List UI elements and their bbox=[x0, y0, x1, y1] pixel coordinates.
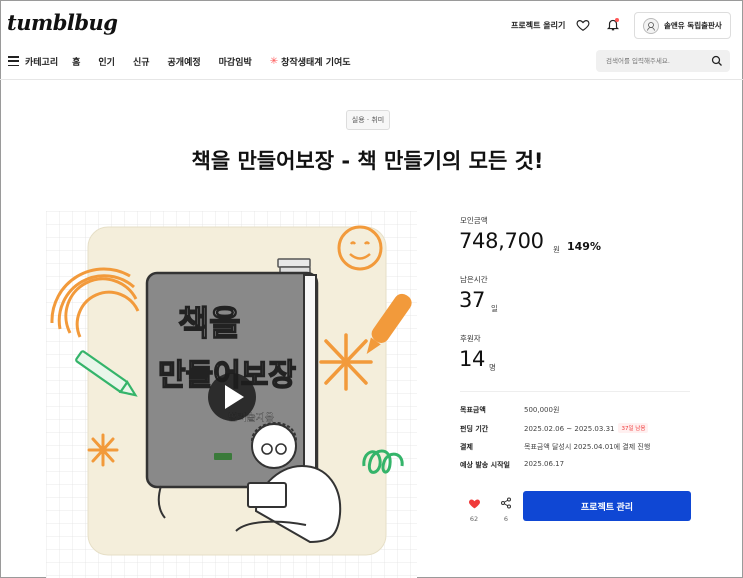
nav-item-home[interactable]: 홈 bbox=[72, 55, 80, 68]
amount-label: 모인금액 bbox=[460, 216, 488, 225]
achievement-percent: 149% bbox=[567, 240, 601, 253]
category-nav: 카테고리 홈 인기 신규 공개예정 마감임박 ✳ 창작생태계 기여도 bbox=[8, 54, 369, 68]
like-count: 62 bbox=[469, 515, 479, 523]
backers-value: 14 bbox=[459, 347, 486, 371]
time-unit: 일 bbox=[491, 304, 498, 313]
share-button[interactable]: 6 bbox=[496, 494, 516, 523]
sparkle-icon: ✳ bbox=[269, 55, 279, 67]
notification-dot bbox=[615, 18, 619, 22]
amount-value: 748,700 bbox=[459, 229, 544, 253]
search-bar[interactable] bbox=[596, 50, 730, 72]
payment-label: 결제 bbox=[460, 443, 473, 451]
create-project-link[interactable]: 프로젝트 올리기 bbox=[511, 20, 565, 31]
nav-item-closing[interactable]: 마감임박 bbox=[219, 55, 252, 68]
heart-filled-icon bbox=[468, 499, 480, 509]
days-left-badge: 37일 남음 bbox=[618, 423, 649, 433]
period-label: 펀딩 기간 bbox=[460, 425, 489, 433]
nav-item-upcoming[interactable]: 공개예정 bbox=[168, 55, 201, 68]
time-value: 37 bbox=[459, 288, 486, 312]
book-title-line1: 책을 bbox=[178, 304, 241, 344]
stats-divider bbox=[460, 391, 690, 392]
search-icon[interactable] bbox=[711, 55, 723, 67]
menu-icon[interactable] bbox=[8, 56, 19, 66]
nav-item-new[interactable]: 신규 bbox=[133, 55, 150, 68]
category-badge[interactable]: 실용 · 취미 bbox=[346, 110, 390, 130]
share-icon bbox=[501, 497, 511, 509]
project-video-thumbnail[interactable]: 책을 만들어보장 범러솔지음 bbox=[46, 211, 417, 578]
search-input[interactable] bbox=[606, 57, 706, 65]
user-avatar-icon bbox=[647, 21, 655, 31]
user-name: 솔앤유 독립출판사 bbox=[664, 21, 722, 30]
goal-label: 목표금액 bbox=[460, 406, 486, 414]
backers-label: 후원자 bbox=[460, 334, 481, 343]
avatar bbox=[643, 17, 659, 34]
heart-icon[interactable] bbox=[576, 18, 590, 32]
time-label: 남은시간 bbox=[460, 275, 488, 284]
nav-item-popular[interactable]: 인기 bbox=[98, 55, 115, 68]
period-dates: 2025.02.06 ~ 2025.03.31 bbox=[524, 425, 615, 433]
logo[interactable]: tumblbug bbox=[7, 10, 118, 35]
share-count: 6 bbox=[503, 515, 509, 523]
manage-project-button[interactable]: 프로젝트 관리 bbox=[523, 491, 691, 521]
backers-unit: 명 bbox=[489, 363, 496, 372]
amount-unit: 원 bbox=[553, 245, 560, 254]
play-icon[interactable] bbox=[208, 373, 256, 421]
nav-item-contribution[interactable]: ✳ 창작생태계 기여도 bbox=[270, 55, 351, 68]
delivery-value: 2025.06.17 bbox=[524, 460, 565, 468]
delivery-label: 예상 발송 시작일 bbox=[460, 461, 510, 469]
nav-categories[interactable]: 카테고리 bbox=[25, 55, 58, 68]
goal-value: 500,000원 bbox=[524, 406, 560, 414]
page-title: 책을 만들어보장 - 책 만들기의 모든 것! bbox=[191, 149, 544, 173]
nav-item-contribution-label: 창작생태계 기여도 bbox=[281, 57, 351, 68]
like-button[interactable]: 62 bbox=[464, 494, 484, 523]
user-menu-button[interactable]: 솔앤유 독립출판사 bbox=[634, 12, 731, 39]
payment-value: 목표금액 달성시 2025.04.01에 결제 진행 bbox=[524, 443, 651, 451]
period-value: 2025.02.06 ~ 2025.03.31 37일 남음 bbox=[524, 423, 649, 433]
